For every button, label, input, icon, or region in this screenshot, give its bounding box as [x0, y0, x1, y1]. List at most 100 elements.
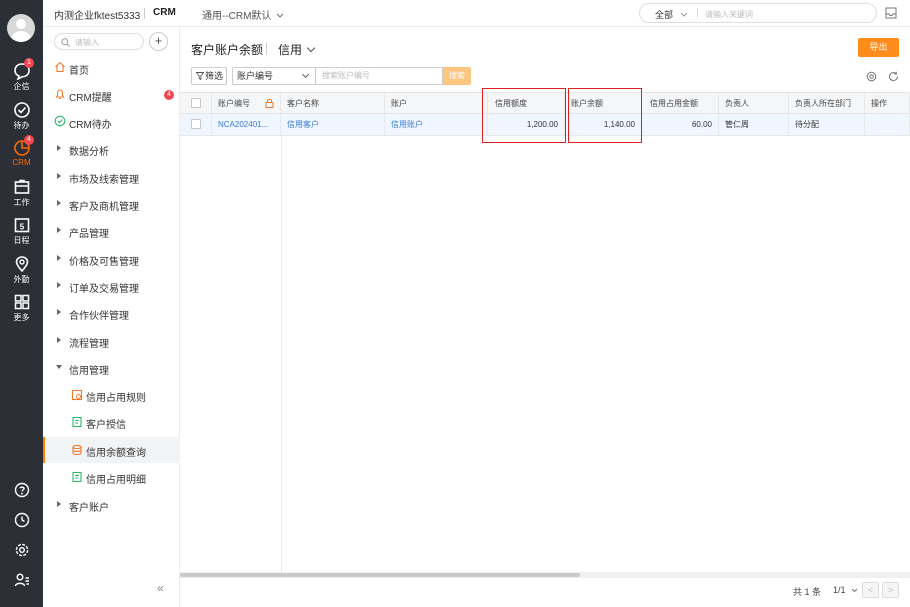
- history-button[interactable]: [0, 512, 43, 532]
- row-select-cell: [180, 114, 212, 136]
- rail-label: 工作: [13, 198, 30, 207]
- add-button[interactable]: +: [149, 32, 168, 51]
- sidebar-item-label: 合作伙伴管理: [69, 311, 129, 322]
- column-header[interactable]: 账户编号: [212, 93, 281, 114]
- column-header[interactable]: 负责人: [719, 93, 789, 114]
- rail-item-crm[interactable]: 4 CRM: [0, 135, 43, 175]
- sidebar-item-credit-balance[interactable]: 信用余额查询: [43, 437, 180, 463]
- app-rail: 1 企信 待办 4 CRM 工作 5 日程 外勤 更多: [0, 0, 43, 607]
- help-icon: [14, 482, 29, 498]
- help-button[interactable]: [0, 482, 43, 502]
- check-circle-icon: [54, 115, 66, 127]
- export-button[interactable]: 导出: [858, 38, 899, 57]
- sidebar-item-customer-account[interactable]: 客户账户: [43, 492, 180, 518]
- reminder-badge: 4: [164, 90, 174, 100]
- sidebar-item-label: 价格及可售管理: [69, 257, 139, 268]
- customer-link[interactable]: 信用客户: [281, 114, 385, 136]
- rail-item-work[interactable]: 工作: [0, 178, 43, 214]
- search-field-select[interactable]: 账户编号: [232, 67, 315, 85]
- sidebar-item-crm-todo[interactable]: CRM待办: [43, 109, 180, 135]
- column-header[interactable]: 客户名称: [281, 93, 385, 114]
- global-search[interactable]: 全部 请输入关键词: [639, 3, 877, 23]
- svg-text:5: 5: [19, 223, 24, 232]
- rail-item-messages[interactable]: 1 企信: [0, 58, 43, 98]
- caret-right-icon: [57, 173, 61, 179]
- sidebar-item-data-analysis[interactable]: 数据分析: [43, 136, 180, 162]
- check-circle-icon: [13, 102, 30, 118]
- prev-page-button[interactable]: <: [862, 582, 879, 598]
- inbox-icon[interactable]: [885, 7, 897, 19]
- sidebar-item-crm-reminder[interactable]: CRM提醒 4: [43, 82, 180, 108]
- sidebar-search[interactable]: 请输入: [54, 33, 144, 50]
- search-scope-select[interactable]: 全部: [655, 8, 688, 21]
- chevron-down-icon: [301, 70, 310, 79]
- caret-right-icon: [57, 227, 61, 233]
- search-scope-label: 全部: [655, 10, 674, 20]
- sidebar-item-credit-rules[interactable]: 信用占用规则: [43, 382, 180, 408]
- rail-item-field[interactable]: 外勤: [0, 255, 43, 291]
- view-selector[interactable]: 信用: [278, 41, 316, 58]
- user-avatar[interactable]: [7, 14, 35, 42]
- sidebar-item-partners[interactable]: 合作伙伴管理: [43, 300, 180, 326]
- sidebar-item-marketing[interactable]: 市场及线索管理: [43, 164, 180, 190]
- rail-item-calendar[interactable]: 5 日程: [0, 216, 43, 252]
- filter-button[interactable]: 筛选: [191, 67, 227, 85]
- sidebar-item-label: 首页: [69, 66, 89, 77]
- sidebar-item-customer-credit[interactable]: 客户授信: [43, 409, 180, 435]
- occupied-amount-cell: 60.00: [642, 114, 719, 136]
- settings-icon[interactable]: [866, 71, 877, 82]
- sidebar-item-label: 流程管理: [69, 339, 109, 350]
- sidebar-item-label: 信用余额查询: [86, 448, 146, 459]
- search-button[interactable]: 搜索: [443, 67, 471, 85]
- sidebar-item-label: 客户及商机管理: [69, 202, 139, 213]
- chevron-down-icon: [851, 588, 858, 593]
- settings-button[interactable]: [0, 542, 43, 562]
- action-cell: [865, 114, 910, 136]
- column-header[interactable]: 账户: [385, 93, 488, 114]
- collapse-sidebar-button[interactable]: «: [157, 581, 164, 595]
- sidebar-item-products[interactable]: 产品管理: [43, 218, 180, 244]
- highlight-box-credit-limit: [482, 88, 566, 143]
- company-name[interactable]: 内测企业fktest5333: [54, 7, 140, 22]
- sidebar-item-customers[interactable]: 客户及商机管理: [43, 191, 180, 217]
- sidebar-item-label: 市场及线索管理: [69, 175, 139, 186]
- scope-selector[interactable]: 通用--CRM默认: [202, 7, 284, 22]
- sidebar-search-input[interactable]: 请输入: [75, 37, 99, 48]
- sidebar-item-credit-details[interactable]: 信用占用明细: [43, 464, 180, 490]
- account-link[interactable]: 信用账户: [385, 114, 488, 136]
- owner-cell: 管仁周: [719, 114, 789, 136]
- rail-label: 日程: [13, 236, 30, 245]
- app-name: CRM: [153, 7, 176, 18]
- search-icon: [61, 38, 70, 47]
- sidebar-item-label: 产品管理: [69, 229, 109, 240]
- contacts-button[interactable]: [0, 572, 43, 592]
- next-page-button[interactable]: >: [882, 582, 899, 598]
- caret-right-icon: [57, 501, 61, 507]
- search-input[interactable]: 搜索账户编号: [315, 67, 443, 85]
- sidebar-item-credit[interactable]: 信用管理: [43, 355, 180, 381]
- sidebar-item-label: CRM提醒: [69, 93, 112, 104]
- sidebar-item-home[interactable]: 首页: [43, 55, 180, 81]
- total-count: 共 1 条: [793, 587, 822, 597]
- location-pin-icon: [15, 256, 28, 273]
- sidebar-item-label: 信用管理: [69, 366, 109, 377]
- divider: [144, 8, 145, 19]
- global-search-input[interactable]: 请输入关键词: [705, 9, 753, 20]
- scope-label: 通用--CRM默认: [202, 11, 272, 22]
- row-checkbox[interactable]: [191, 119, 201, 129]
- document-icon: [72, 471, 82, 483]
- sidebar-item-process[interactable]: 流程管理: [43, 328, 180, 354]
- account-no-link[interactable]: NCA202401...: [212, 114, 281, 136]
- column-header[interactable]: 负责人所在部门: [789, 93, 865, 114]
- page-selector[interactable]: 1/1: [833, 585, 858, 595]
- sidebar-item-orders[interactable]: 订单及交易管理: [43, 273, 180, 299]
- sidebar-item-label: CRM待办: [69, 120, 112, 131]
- column-header[interactable]: 信用占用金额: [642, 93, 719, 114]
- rail-item-todo[interactable]: 待办: [0, 101, 43, 137]
- sidebar-item-pricing[interactable]: 价格及可售管理: [43, 246, 180, 272]
- select-all-checkbox[interactable]: [191, 98, 201, 108]
- caret-right-icon: [57, 145, 61, 151]
- rail-item-more[interactable]: 更多: [0, 293, 43, 329]
- refresh-icon[interactable]: [888, 71, 899, 82]
- clock-icon: [14, 512, 29, 528]
